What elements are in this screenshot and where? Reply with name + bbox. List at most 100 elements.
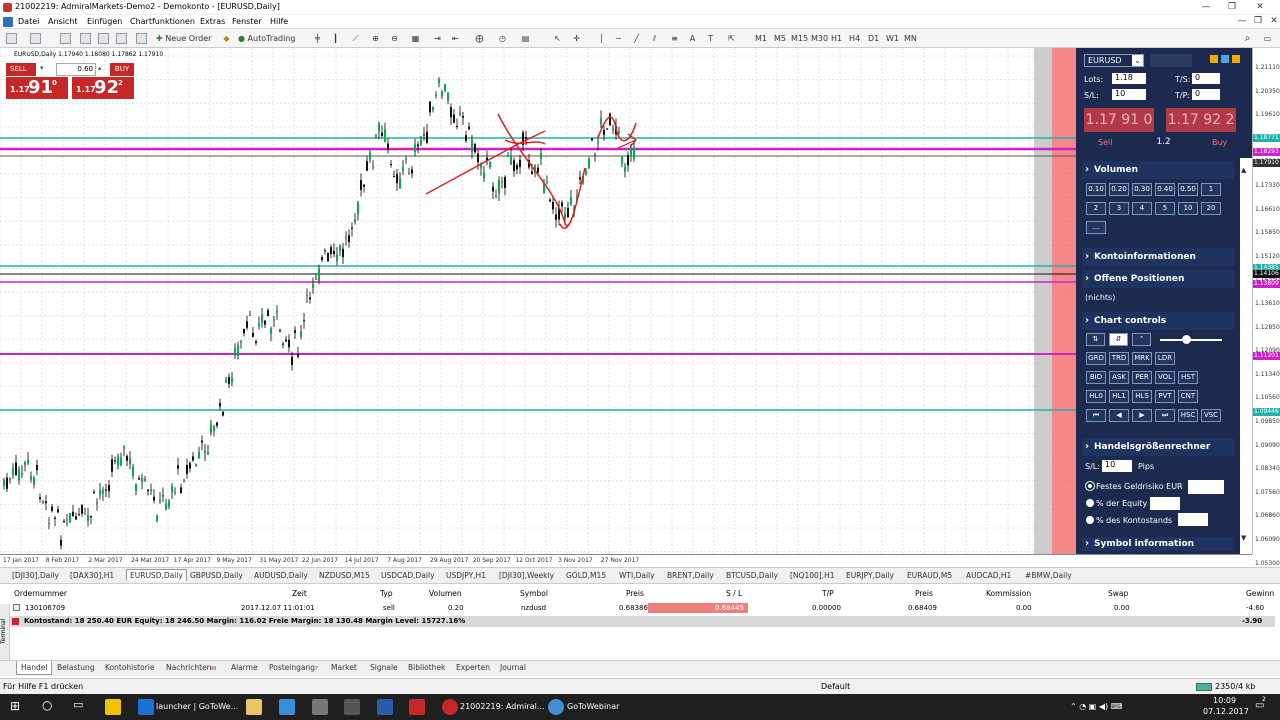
volume-button[interactable]: 0.20 — [1109, 183, 1129, 196]
terminal-column-header[interactable]: Typ — [380, 589, 393, 598]
calc-sl-field[interactable]: 10 — [1102, 460, 1132, 472]
terminal-tab[interactable]: Kontohistorie — [105, 663, 154, 672]
periods-icon[interactable]: ◷ — [497, 32, 508, 45]
volume-button[interactable]: 4 — [1132, 202, 1152, 215]
app-icon-2[interactable] — [279, 699, 295, 715]
ask-price[interactable]: 1.17 92 2 — [72, 77, 134, 99]
text-icon[interactable]: A — [687, 32, 698, 45]
clock-time[interactable]: 10:09 — [1213, 696, 1236, 705]
chart-control-button[interactable]: TRD — [1109, 352, 1129, 365]
chart-control-button[interactable]: PVT — [1155, 390, 1175, 403]
bar-chart-icon[interactable]: ╪ — [312, 32, 323, 45]
chart-control-button[interactable]: HST — [1178, 371, 1198, 384]
volume-button[interactable]: 0.50 — [1178, 183, 1198, 196]
search-icon[interactable]: ⌕ — [1242, 32, 1253, 45]
tray-icons[interactable]: ⌃ ◔ ▣ ◀) ⌨ — [1070, 702, 1122, 711]
terminal-column-header[interactable]: Swap — [1108, 589, 1128, 598]
volume-button[interactable]: 2 — [1086, 202, 1106, 215]
minimize-panel-icon[interactable] — [1232, 55, 1240, 63]
chart-tab[interactable]: BRENT,Daily — [667, 571, 714, 580]
terminal-column-header[interactable]: Zeit — [292, 589, 307, 598]
radio-balance[interactable] — [1086, 516, 1094, 524]
arrows-icon[interactable]: ⇱ — [726, 32, 737, 45]
channel-icon[interactable]: ⫽ — [649, 32, 660, 45]
chart-control-button[interactable]: CNT — [1178, 390, 1198, 403]
sell-button[interactable]: SELL — [6, 63, 36, 76]
chart-control-button[interactable]: ⏮ — [1086, 409, 1106, 422]
autoscroll-icon[interactable]: ⇥ — [432, 32, 443, 45]
store-icon[interactable] — [105, 699, 121, 715]
lots-input[interactable]: 0.60 — [56, 63, 96, 76]
menu-einfuegen[interactable]: Einfügen — [87, 17, 122, 26]
taskbar-mt4[interactable]: 21002219: Admiral... — [460, 702, 544, 711]
explorer-icon[interactable] — [246, 699, 262, 715]
chart-tab[interactable]: AUDUSD,Daily — [254, 571, 308, 580]
search-circle-icon[interactable]: ○ — [42, 698, 52, 712]
autotrading-button[interactable]: ● AutoTrading — [238, 32, 295, 45]
panel-scrollbar[interactable] — [1240, 158, 1252, 554]
menu-chartfunktionen[interactable]: Chartfunktionen — [130, 17, 195, 26]
app-icon-5[interactable] — [377, 699, 393, 715]
indicators-icon[interactable]: ⨁ — [474, 32, 485, 45]
chart-tab[interactable]: EURJPY,Daily — [846, 571, 894, 580]
mt4-icon[interactable] — [442, 699, 458, 715]
tester-icon[interactable] — [116, 33, 127, 44]
vertical-line-icon[interactable]: │ — [596, 32, 607, 45]
zoom-slider[interactable] — [1160, 339, 1222, 341]
price-chart[interactable]: EURUSD,Daily 1.17940 1.18080 1.17862 1.1… — [0, 48, 1076, 554]
sell-label[interactable]: Sell — [1098, 138, 1112, 147]
lots-dropdown-icon[interactable]: ▾ — [40, 64, 44, 72]
chart-control-button[interactable]: BID — [1086, 371, 1106, 384]
chart-control-button[interactable]: ▶ — [1132, 409, 1152, 422]
cc-toggle-3[interactable]: ⌃ — [1132, 333, 1151, 346]
lots-field[interactable]: 1.18 — [1112, 73, 1146, 84]
section-volumen[interactable]: Volumen — [1082, 161, 1234, 179]
tf-m15[interactable]: M15 — [791, 32, 808, 45]
tf-m30[interactable]: M30 — [811, 32, 828, 45]
horizontal-line-icon[interactable]: ─ — [613, 32, 624, 45]
chart-tab[interactable]: GOLD,M15 — [566, 571, 606, 580]
tile-windows-icon[interactable]: ▦ — [410, 32, 421, 45]
tf-d1[interactable]: D1 — [868, 32, 879, 45]
chart-control-button[interactable]: HLS — [1132, 390, 1152, 403]
bid-price[interactable]: 1.17 91 0 — [6, 77, 68, 99]
trendline-icon[interactable]: ╱ — [631, 32, 642, 45]
chart-tab[interactable]: #BMW,Daily — [1025, 571, 1072, 580]
profiles-icon[interactable] — [30, 33, 41, 44]
chart-control-button[interactable]: PER — [1132, 371, 1152, 384]
chevron-down-icon[interactable]: ⌄ — [1132, 55, 1143, 66]
section-handelsgroessenrechner[interactable]: Handelsgrößenrechner — [1082, 438, 1234, 456]
quantity-field[interactable]: 1.2 — [1138, 137, 1186, 149]
chart-control-button[interactable]: HL1 — [1109, 390, 1129, 403]
chart-control-button[interactable]: GRD — [1086, 352, 1106, 365]
buy-button[interactable]: BUY — [110, 63, 134, 76]
settings-icon[interactable] — [1210, 55, 1218, 63]
info-icon[interactable] — [1221, 55, 1229, 63]
section-symbol-information[interactable]: Symbol information — [1082, 537, 1234, 551]
chart-control-button[interactable]: HL0 — [1086, 390, 1106, 403]
chart-control-button[interactable]: ◀ — [1109, 409, 1129, 422]
taskbar-gotowebinar[interactable]: GoToWebinar — [567, 702, 619, 711]
lots-up-icon[interactable]: ▴ — [98, 64, 102, 72]
zoom-slider-handle[interactable] — [1182, 335, 1191, 344]
scroll-up-icon[interactable]: ▲ — [1241, 166, 1246, 174]
calculator-icon[interactable] — [344, 699, 360, 715]
cc-toggle-2[interactable]: ⇵ — [1109, 333, 1128, 346]
ts-field[interactable]: 0 — [1192, 73, 1220, 84]
terminal-tab[interactable]: Alarme — [231, 663, 258, 672]
market-watch-icon[interactable] — [60, 33, 71, 44]
radio-equity[interactable] — [1086, 499, 1094, 507]
chart-control-button[interactable]: HSC — [1178, 409, 1198, 422]
task-view-icon[interactable]: ▭ — [73, 698, 83, 711]
chart-shift-icon[interactable]: ⇤ — [450, 32, 461, 45]
metaeditor-icon[interactable]: ◆ — [221, 32, 232, 45]
chart-tab[interactable]: BTCUSD,Daily — [726, 571, 778, 580]
fibonacci-icon[interactable]: ≡ — [669, 32, 680, 45]
volume-button[interactable]: 3 — [1109, 202, 1129, 215]
terminal-column-header[interactable]: Kommission — [986, 589, 1031, 598]
chart-control-button[interactable]: LDR — [1155, 352, 1175, 365]
terminal-tab[interactable]: Signale — [370, 663, 398, 672]
menu-hilfe[interactable]: Hilfe — [270, 17, 288, 26]
terminal-column-header[interactable]: Symbol — [520, 589, 548, 598]
app-icon-6[interactable] — [409, 699, 425, 715]
